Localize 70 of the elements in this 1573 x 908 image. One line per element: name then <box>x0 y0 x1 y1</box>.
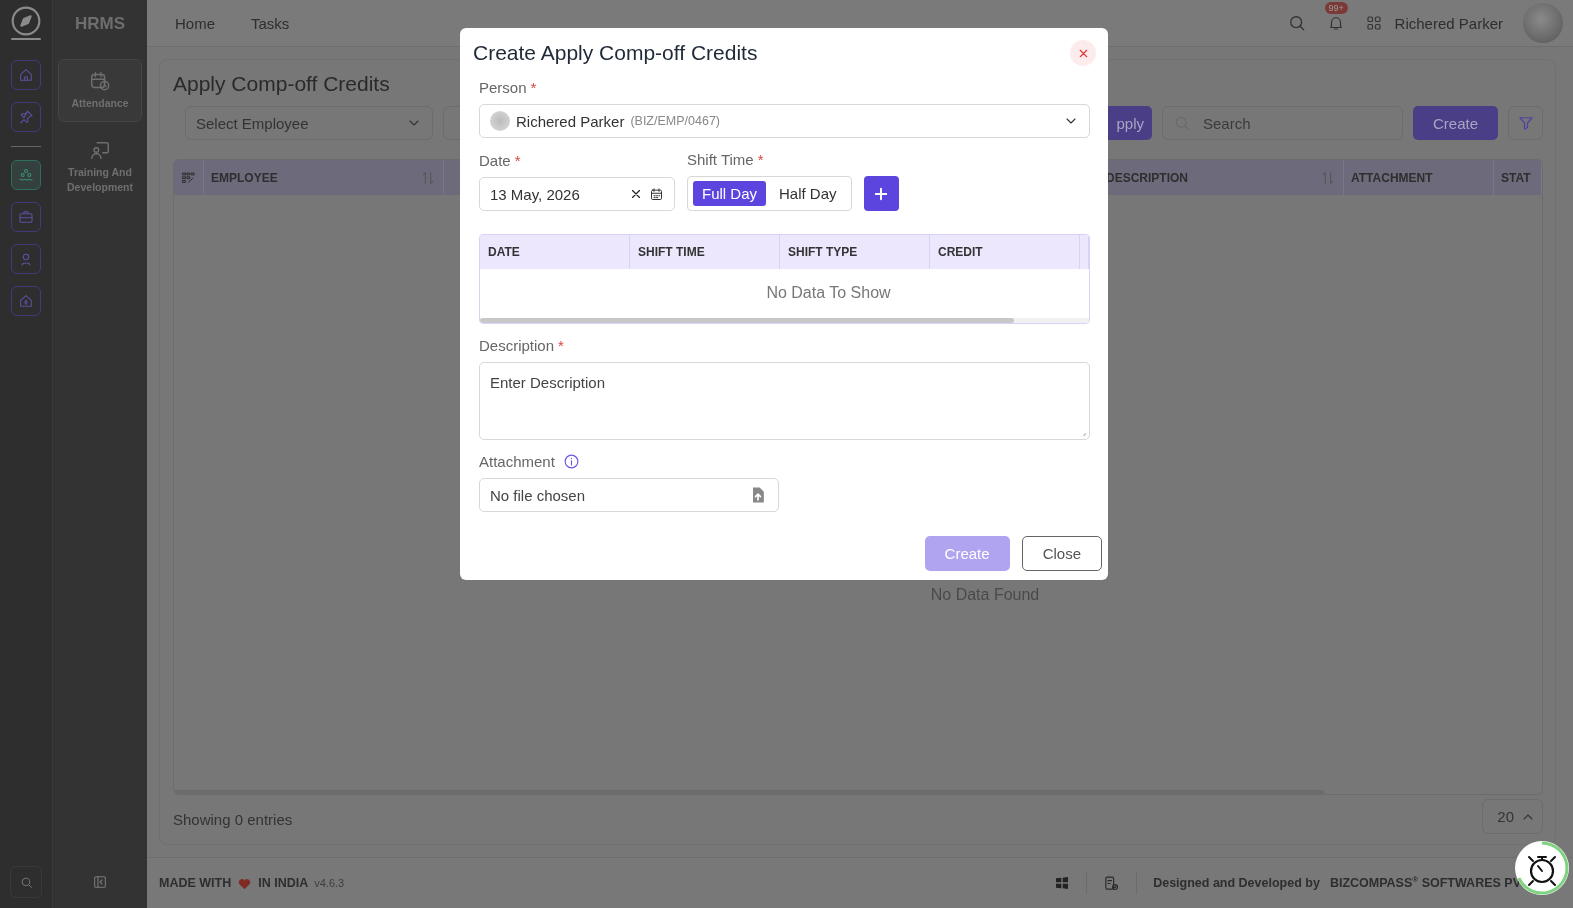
column-header[interactable]: EMPLOYEE <box>204 160 444 195</box>
dialog-title: Create Apply Comp-off Credits <box>473 41 758 65</box>
trainer-icon <box>89 139 111 161</box>
required-mark: * <box>514 152 521 169</box>
column-header: SHIFT TIME <box>630 235 780 269</box>
search-button[interactable] <box>10 866 42 898</box>
footer-text: MADE WITH <box>159 876 232 890</box>
column-header[interactable]: ATTACHMENT <box>1344 160 1494 195</box>
document-check-icon[interactable] <box>1103 874 1121 892</box>
calendar-clock-icon <box>89 70 111 92</box>
clear-icon[interactable] <box>629 187 643 201</box>
home-icon <box>18 67 34 83</box>
column-header: DATE <box>480 235 630 269</box>
field-label: Date <box>479 152 511 169</box>
collapse-sidebar-icon[interactable] <box>92 874 108 890</box>
close-button[interactable]: Close <box>1021 536 1102 571</box>
add-button[interactable] <box>863 176 899 211</box>
rail-button[interactable] <box>11 244 41 274</box>
apps-grid-icon[interactable] <box>1364 14 1383 32</box>
nav-link[interactable]: Tasks <box>251 14 290 32</box>
required-mark: * <box>530 79 537 96</box>
info-icon[interactable] <box>562 453 580 470</box>
rail-button[interactable] <box>11 286 41 316</box>
close-button[interactable] <box>1070 40 1096 66</box>
shift-option[interactable]: Full Day <box>693 181 766 206</box>
empty-message: No Data To Show <box>765 283 892 302</box>
compass-logo-icon[interactable] <box>10 5 42 37</box>
field-label: Attachment <box>479 453 555 470</box>
page-size-select[interactable]: 20 <box>1482 799 1543 834</box>
avatar-icon <box>490 111 510 131</box>
footer-text: IN INDIA <box>258 876 309 890</box>
calendar-icon[interactable] <box>649 186 664 202</box>
column-header[interactable]: STAT <box>1494 160 1542 195</box>
person-select[interactable]: Richered Parker (BIZ/EMP/0467) <box>479 104 1090 138</box>
rail-button[interactable] <box>11 60 41 90</box>
field-label: Description <box>479 337 555 354</box>
description-field[interactable]: Enter Description <box>479 362 1090 440</box>
filter-button[interactable] <box>1508 106 1543 140</box>
page-title: Apply Comp-off Credits <box>173 72 390 96</box>
field-label: Shift Time <box>687 151 754 168</box>
user-name[interactable]: Richered Parker <box>1394 14 1503 32</box>
app-name: HRMS <box>74 12 126 35</box>
entries-count: Showing 0 entries <box>173 811 293 828</box>
windows-icon[interactable] <box>1054 875 1071 891</box>
columns-icon[interactable] <box>181 169 196 186</box>
column-header: CREDIT <box>930 235 1080 269</box>
sidebar-item[interactable]: Training And Development <box>58 128 142 206</box>
rail-button[interactable] <box>11 202 41 232</box>
pin-icon <box>18 109 34 125</box>
footer-credit: Designed and Developed by <box>1153 876 1320 890</box>
shift-option[interactable]: Half Day <box>770 181 846 206</box>
people-icon <box>18 167 34 183</box>
date-field[interactable]: 13 May, 2026 <box>479 177 675 211</box>
filter-icon <box>1516 114 1535 132</box>
search-field[interactable]: Search <box>1162 106 1403 140</box>
rail-button[interactable] <box>11 102 41 132</box>
version-label: v4.6.3 <box>314 877 345 889</box>
required-mark: * <box>558 337 564 354</box>
user-avatar[interactable] <box>1523 3 1563 43</box>
briefcase-icon <box>18 209 34 225</box>
file-field[interactable]: No file chosen <box>479 478 779 512</box>
column-header: SHIFT TYPE <box>780 235 930 269</box>
house-icon <box>18 293 34 309</box>
field-label: Person <box>479 79 527 96</box>
rail-button[interactable] <box>11 160 41 190</box>
nav-link[interactable]: Home <box>175 14 215 32</box>
create-button[interactable]: Create <box>1413 106 1498 140</box>
employee-select[interactable]: Select Employee <box>185 106 433 140</box>
notification-badge: 99+ <box>1324 2 1348 14</box>
required-mark: * <box>757 151 764 168</box>
